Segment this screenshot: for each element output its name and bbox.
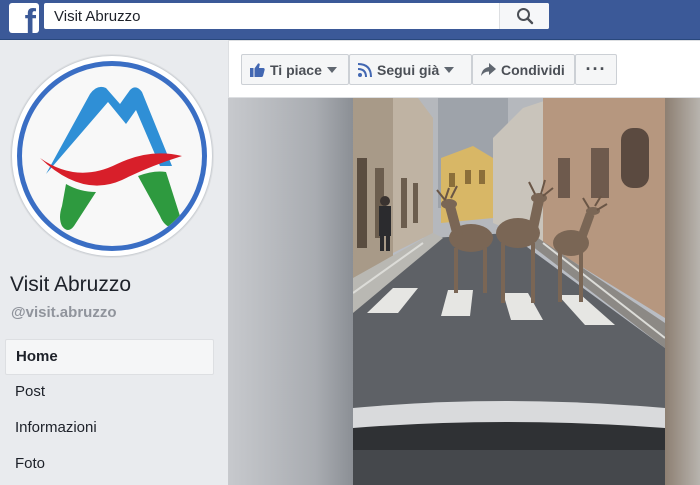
search-button[interactable] [499, 3, 549, 29]
facebook-logo-icon[interactable]: f [9, 3, 39, 33]
page-handle[interactable]: @visit.abruzzo [11, 304, 116, 321]
search-bar [44, 3, 549, 29]
page-sidebar: Visit Abruzzo @visit.abruzzo Home Post I… [0, 40, 228, 485]
search-input[interactable] [44, 3, 499, 29]
thumbs-up-icon [250, 62, 265, 77]
share-arrow-icon [481, 63, 496, 76]
nav-item-informazioni[interactable]: Informazioni [5, 411, 214, 447]
like-label: Ti piace [270, 61, 322, 78]
street-scene-image [352, 98, 666, 485]
more-options-button[interactable]: ··· [575, 54, 617, 85]
share-label: Condividi [501, 61, 565, 78]
video-frame[interactable] [352, 98, 666, 485]
share-button[interactable]: Condividi [472, 54, 575, 85]
avatar[interactable] [11, 55, 213, 257]
video-player[interactable] [228, 98, 700, 485]
like-button[interactable]: Ti piace [241, 54, 349, 85]
follow-label: Segui già [377, 61, 440, 78]
chevron-down-icon [326, 66, 337, 73]
chevron-down-icon [444, 66, 455, 73]
follow-button[interactable]: Segui già [349, 54, 472, 85]
nav-item-foto[interactable]: Foto [5, 447, 214, 483]
page-action-bar: Ti piace Segui già Condividi ··· [228, 40, 700, 98]
nav-item-home[interactable]: Home [5, 339, 214, 375]
rss-icon [358, 62, 372, 77]
nav-item-post[interactable]: Post [5, 375, 214, 411]
page-nav: Home Post Informazioni Foto [5, 339, 214, 483]
abruzzo-logo-icon [17, 61, 207, 251]
video-blur-left [228, 98, 353, 485]
video-blur-right [665, 98, 700, 485]
search-icon [516, 8, 533, 25]
top-bar: f [0, 0, 700, 40]
page-title[interactable]: Visit Abruzzo [10, 273, 131, 297]
